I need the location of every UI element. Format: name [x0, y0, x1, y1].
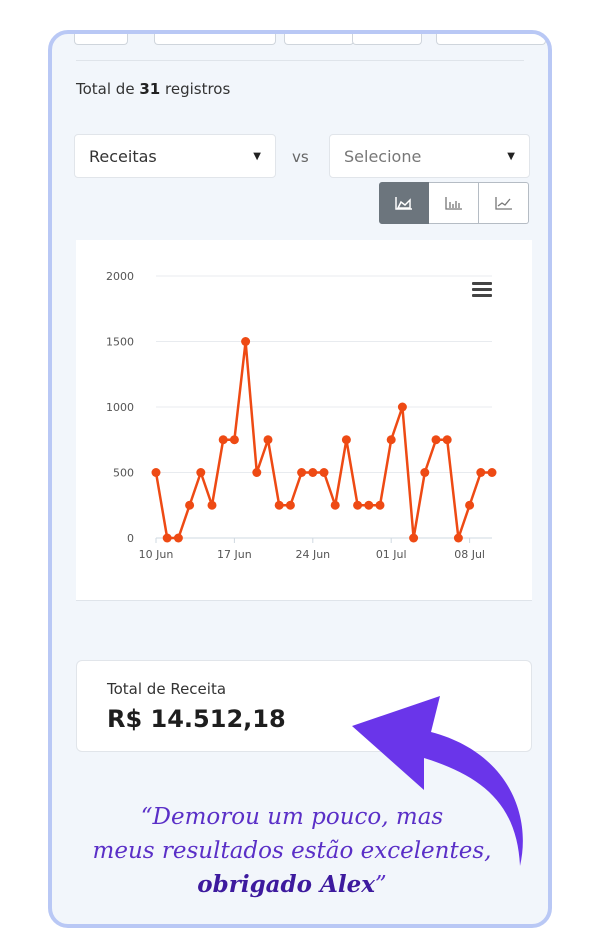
data-point: [386, 435, 396, 445]
x-tick-label: 24 Jun: [295, 548, 330, 561]
records-prefix: Total de: [76, 80, 135, 98]
data-point: [297, 468, 307, 477]
data-point: [218, 435, 228, 445]
data-point: [185, 500, 195, 510]
data-point: [397, 402, 407, 412]
records-number: 31: [139, 80, 161, 98]
divider: [76, 60, 524, 61]
revenue-line-chart: 0 500 1000 1500 2000 10 Jun 17 Jun 24 Jun 01 Jul…: [106, 270, 497, 561]
data-point: [442, 435, 452, 445]
top-stub-button[interactable]: [352, 34, 422, 45]
data-point: [263, 435, 273, 445]
x-tick-label: 01 Jul: [376, 548, 407, 561]
y-tick-label: 2000: [106, 270, 134, 283]
x-tick-label: 17 Jun: [217, 548, 252, 561]
y-tick-label: 0: [127, 532, 134, 545]
total-revenue-label: Total de Receita: [107, 680, 227, 698]
bar-chart-icon: [444, 197, 462, 210]
chart-card: 0 500 1000 1500 2000 10 Jun 17 Jun 24 Jun 01 Jul…: [76, 240, 532, 601]
data-point: [341, 435, 351, 445]
data-point: [420, 468, 430, 477]
x-tick-label: 08 Jul: [454, 548, 485, 561]
data-point: [409, 533, 419, 543]
chart-type-toggle: [379, 182, 529, 224]
series-line: [154, 340, 492, 540]
metric-select[interactable]: Receitas ▼: [74, 134, 276, 178]
records-suffix: registros: [165, 80, 231, 98]
data-point: [196, 468, 206, 477]
testimonial-line-2: meus resultados estão excelentes,: [92, 838, 492, 864]
data-point: [229, 435, 239, 445]
bar-chart-button[interactable]: [429, 182, 479, 224]
data-point: [330, 500, 340, 510]
testimonial-line-1: “Demorou um pouco, mas: [140, 804, 444, 830]
data-point: [162, 533, 172, 543]
line-chart-button[interactable]: [479, 182, 529, 224]
area-chart-icon: [395, 197, 412, 210]
data-point: [465, 500, 475, 510]
data-point: [173, 533, 183, 543]
top-controls-strip: [52, 34, 548, 48]
testimonial-line-3: obrigado Alex”: [52, 868, 532, 902]
top-stub-field[interactable]: [154, 34, 276, 45]
records-count: Total de 31 registros: [76, 80, 230, 98]
data-point: [487, 468, 497, 477]
vs-label: vs: [292, 148, 309, 166]
data-point: [285, 500, 295, 510]
data-point: [207, 500, 217, 510]
testimonial-signature: obrigado Alex: [197, 871, 375, 898]
metric-select-value: Receitas: [89, 146, 157, 166]
x-tick-label: 10 Jun: [139, 548, 174, 561]
caret-down-icon: ▼: [507, 150, 515, 162]
data-point: [375, 500, 385, 510]
top-stub-button[interactable]: [284, 34, 354, 45]
line-chart-icon: [494, 197, 512, 210]
data-point: [241, 337, 251, 346]
y-tick-label: 500: [113, 467, 134, 480]
data-point: [364, 500, 374, 510]
compare-select[interactable]: Selecione ▼: [329, 134, 530, 178]
testimonial-close-quote: ”: [374, 872, 387, 898]
data-point: [476, 468, 486, 477]
y-tick-label: 1500: [106, 336, 134, 349]
top-stub-button[interactable]: [74, 34, 128, 45]
data-point: [308, 468, 318, 477]
data-point: [431, 435, 441, 445]
phone-frame: Total de 31 registros Receitas ▼ vs Sele…: [48, 30, 552, 928]
data-point: [151, 468, 161, 477]
data-point: [353, 500, 363, 510]
y-tick-label: 1000: [106, 401, 134, 414]
area-chart-button[interactable]: [379, 182, 429, 224]
data-point: [319, 468, 329, 477]
total-revenue-value: R$ 14.512,18: [107, 705, 286, 733]
caret-down-icon: ▼: [253, 150, 261, 162]
data-point: [252, 468, 262, 477]
data-point: [274, 500, 284, 510]
compare-select-placeholder: Selecione: [344, 146, 422, 166]
chart-menu-icon[interactable]: [472, 282, 492, 298]
data-point: [453, 533, 463, 543]
top-stub-button[interactable]: [436, 34, 546, 45]
